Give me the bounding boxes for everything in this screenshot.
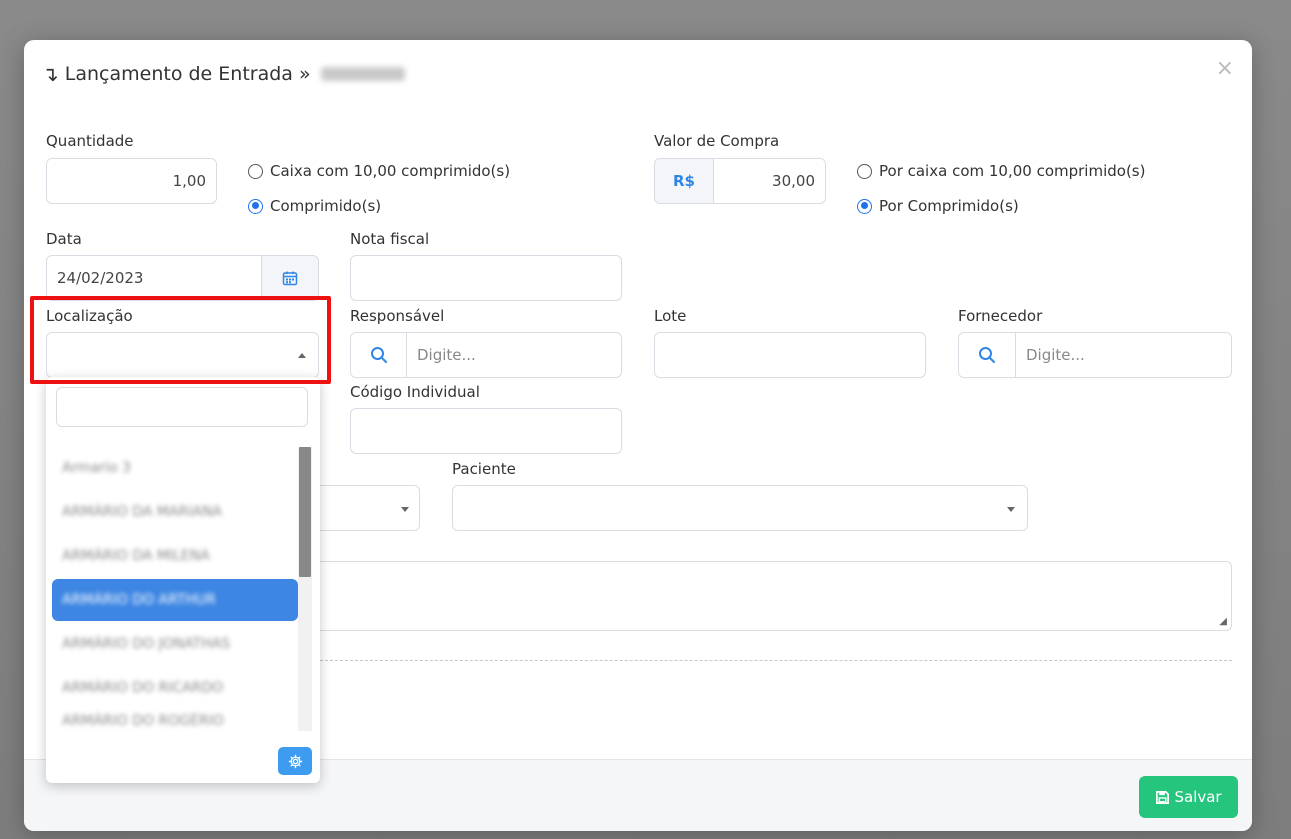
radio-checked-icon[interactable]: [248, 198, 263, 214]
lote-input[interactable]: [654, 332, 926, 378]
dropdown-option-label: ARMÁRIO DO RICARDO: [62, 680, 224, 696]
localizacao-label: Localização: [46, 307, 133, 325]
data-label: Data: [46, 230, 82, 248]
entry-modal: ↴ Lançamento de Entrada » × Quantidade 1…: [24, 40, 1252, 831]
search-icon: [370, 347, 387, 363]
qty-box-label: Caixa com 10,00 comprimido(s): [270, 162, 511, 180]
responsavel-label: Responsável: [350, 307, 445, 325]
radio-unchecked-icon[interactable]: [857, 163, 872, 179]
fornecedor-label: Fornecedor: [958, 307, 1043, 325]
dropdown-option[interactable]: ARMÁRIO DO ROGÉRIO: [52, 711, 298, 731]
entry-arrow-icon: ↴: [42, 62, 59, 86]
chevron-up-icon: [298, 353, 306, 358]
modal-title: ↴ Lançamento de Entrada »: [42, 62, 405, 86]
dropdown-scrollbar-thumb[interactable]: [299, 447, 311, 577]
price-unit-label: Por Comprimido(s): [879, 197, 1019, 215]
chevron-down-icon: [1007, 507, 1015, 512]
dropdown-option-label: ARMÁRIO DA MILENA: [62, 548, 210, 564]
chevron-down-icon: [401, 507, 409, 512]
dropdown-option-label: Armario 3: [62, 460, 131, 476]
valor-compra-input[interactable]: 30,00: [713, 158, 826, 204]
currency-symbol: R$: [673, 172, 695, 190]
observacoes-textarea[interactable]: ◢: [184, 561, 1232, 631]
qty-unit-radio[interactable]: Comprimido(s): [248, 197, 381, 215]
save-button[interactable]: Salvar: [1139, 776, 1238, 818]
codigo-individual-input[interactable]: [350, 408, 622, 454]
dropdown-search-input[interactable]: [56, 387, 308, 427]
dropdown-option[interactable]: ARMÁRIO DO RICARDO: [52, 667, 298, 709]
dropdown-option[interactable]: ARMÁRIO DO ARTHUR: [52, 579, 298, 621]
qty-box-radio[interactable]: Caixa com 10,00 comprimido(s): [248, 162, 510, 180]
price-unit-radio[interactable]: Por Comprimido(s): [857, 197, 1019, 215]
dropdown-option-label: ARMÁRIO DO JONATHAS: [62, 636, 231, 652]
data-value: 24/02/2023: [57, 269, 144, 287]
qty-unit-label: Comprimido(s): [270, 197, 382, 215]
close-icon[interactable]: ×: [1216, 56, 1234, 81]
divider: [320, 660, 1232, 661]
dropdown-option[interactable]: ARMÁRIO DO JONATHAS: [52, 623, 298, 665]
radio-checked-icon[interactable]: [857, 198, 872, 214]
valor-compra-value: 30,00: [772, 172, 815, 190]
dropdown-option-label: ARMÁRIO DA MARIANA: [62, 504, 222, 520]
lote-label: Lote: [654, 307, 687, 325]
localizacao-dropdown: Armario 3 ARMÁRIO DA MARIANA ARMÁRIO DA MI…: [46, 377, 320, 783]
dropdown-option-label: ARMÁRIO DO ARTHUR: [62, 592, 216, 608]
dropdown-option-label: ARMÁRIO DO ROGÉRIO: [62, 713, 224, 729]
responsavel-placeholder: Digite...: [417, 346, 476, 364]
valor-compra-label: Valor de Compra: [654, 132, 780, 150]
dropdown-option[interactable]: Armario 3: [52, 447, 298, 489]
nota-fiscal-input[interactable]: [350, 255, 622, 301]
fornecedor-search-addon[interactable]: [958, 332, 1016, 378]
responsavel-input[interactable]: Digite...: [406, 332, 622, 378]
redacted-product-name: [320, 67, 405, 81]
paciente-label: Paciente: [452, 460, 516, 478]
price-box-radio[interactable]: Por caixa com 10,00 comprimido(s): [857, 162, 1145, 180]
codigo-individual-label: Código Individual: [350, 383, 480, 401]
save-label: Salvar: [1174, 788, 1222, 806]
fornecedor-input[interactable]: Digite...: [1015, 332, 1232, 378]
paciente-select[interactable]: [452, 485, 1028, 531]
localizacao-select[interactable]: [46, 332, 319, 378]
dropdown-settings-button[interactable]: [278, 747, 312, 775]
calendar-button[interactable]: [261, 255, 319, 301]
resize-grip-icon[interactable]: ◢: [1219, 616, 1227, 627]
price-box-label: Por caixa com 10,00 comprimido(s): [879, 162, 1146, 180]
search-icon: [979, 347, 995, 363]
dropdown-option[interactable]: ARMÁRIO DA MILENA: [52, 535, 298, 577]
data-input[interactable]: 24/02/2023: [46, 255, 262, 301]
currency-addon: R$: [654, 158, 714, 204]
quantidade-label: Quantidade: [46, 132, 134, 150]
quantidade-value: 1,00: [172, 172, 206, 190]
fornecedor-placeholder: Digite...: [1026, 346, 1085, 364]
gear-icon: [288, 754, 302, 768]
quantidade-input[interactable]: 1,00: [46, 158, 217, 204]
nota-fiscal-label: Nota fiscal: [350, 230, 430, 248]
dropdown-option[interactable]: ARMÁRIO DA MARIANA: [52, 491, 298, 533]
modal-title-text: Lançamento de Entrada »: [64, 63, 311, 85]
calendar-icon: [282, 271, 298, 286]
radio-unchecked-icon[interactable]: [248, 163, 263, 179]
save-icon: [1156, 790, 1170, 804]
responsavel-search-addon[interactable]: [350, 332, 407, 378]
